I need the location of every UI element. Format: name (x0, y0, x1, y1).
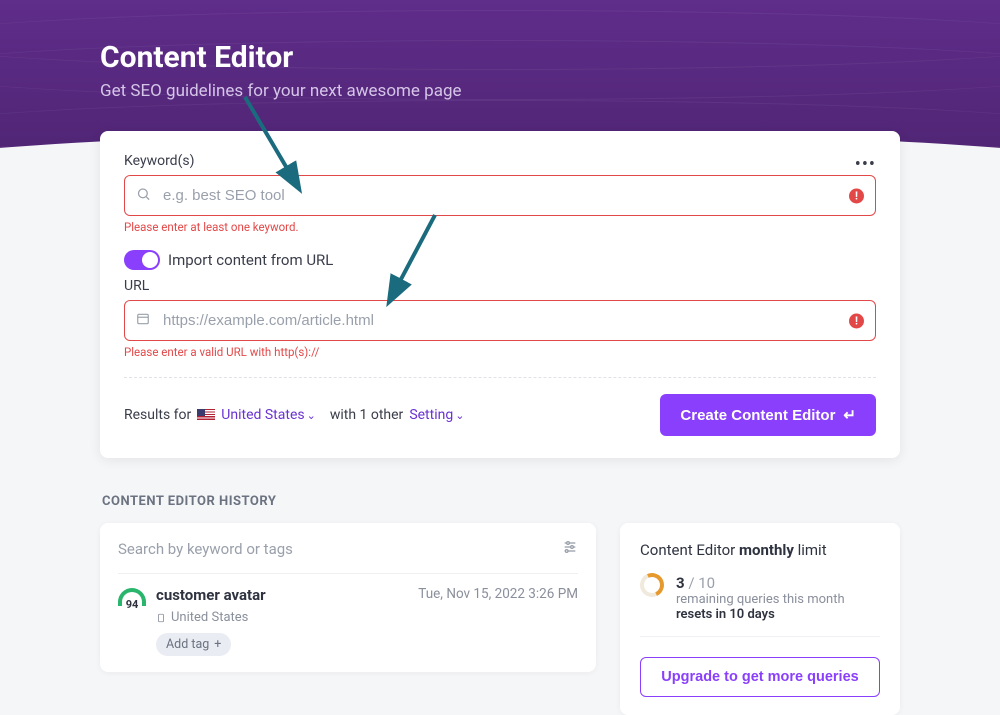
history-card: Search by keyword or tags 94 customer av… (100, 523, 596, 672)
content-score-value: 94 (126, 598, 139, 611)
content-score-gauge: 94 (118, 588, 146, 606)
chevron-down-icon: ⌄ (455, 409, 464, 422)
content-editor-form-card: Keyword(s) ••• ! Please enter at least o… (100, 131, 900, 458)
enter-icon: ↵ (843, 406, 856, 424)
settings-link[interactable]: Setting⌄ (409, 407, 464, 423)
keywords-label: Keyword(s) (124, 153, 194, 169)
page-subtitle: Get SEO guidelines for your next awesome… (100, 81, 900, 101)
create-content-editor-button[interactable]: Create Content Editor ↵ (660, 394, 876, 436)
browser-icon (136, 312, 150, 330)
filter-sliders-icon[interactable] (562, 539, 578, 559)
url-label: URL (124, 278, 876, 294)
limit-text: remaining queries this month (676, 592, 845, 607)
history-item-date: Tue, Nov 15, 2022 3:26 PM (418, 586, 578, 602)
plus-icon: + (214, 637, 221, 652)
settings-prefix: with 1 other (330, 407, 403, 423)
keywords-error-text: Please enter at least one keyword. (124, 220, 876, 234)
url-input[interactable] (124, 300, 876, 341)
limit-reset: resets in 10 days (676, 607, 845, 622)
error-icon: ! (849, 313, 864, 328)
error-icon: ! (849, 188, 864, 203)
import-url-toggle-label: Import content from URL (168, 251, 333, 269)
history-section-title: CONTENT EDITOR HISTORY (102, 494, 900, 509)
upgrade-button[interactable]: Upgrade to get more queries (640, 657, 880, 697)
limit-used: 3 (676, 574, 685, 592)
usage-ring-icon (637, 570, 668, 601)
monthly-limit-card: Content Editor monthly limit 3 / 10 rema… (620, 523, 900, 715)
history-search-input[interactable]: Search by keyword or tags (118, 540, 293, 558)
divider (124, 377, 876, 378)
chevron-down-icon: ⌄ (307, 409, 316, 422)
history-item-country: United States (156, 610, 266, 625)
limit-total: / 10 (685, 574, 716, 592)
search-icon (136, 186, 151, 205)
limit-title: Content Editor monthly limit (640, 541, 880, 559)
page-title: Content Editor (100, 40, 900, 75)
results-for-section: Results for United States⌄ with 1 other … (124, 407, 464, 423)
country-selector[interactable]: United States⌄ (221, 407, 316, 423)
flag-us-icon (197, 409, 215, 421)
url-error-text: Please enter a valid URL with http(s):// (124, 345, 876, 359)
more-options-icon[interactable]: ••• (855, 154, 876, 175)
add-tag-button[interactable]: Add tag + (156, 633, 231, 656)
history-item-title: customer avatar (156, 586, 266, 604)
divider (640, 636, 880, 637)
results-for-label: Results for (124, 407, 191, 423)
keywords-input[interactable] (124, 175, 876, 216)
import-url-toggle[interactable] (124, 250, 160, 270)
history-item[interactable]: 94 customer avatar United States Add tag… (118, 573, 578, 656)
